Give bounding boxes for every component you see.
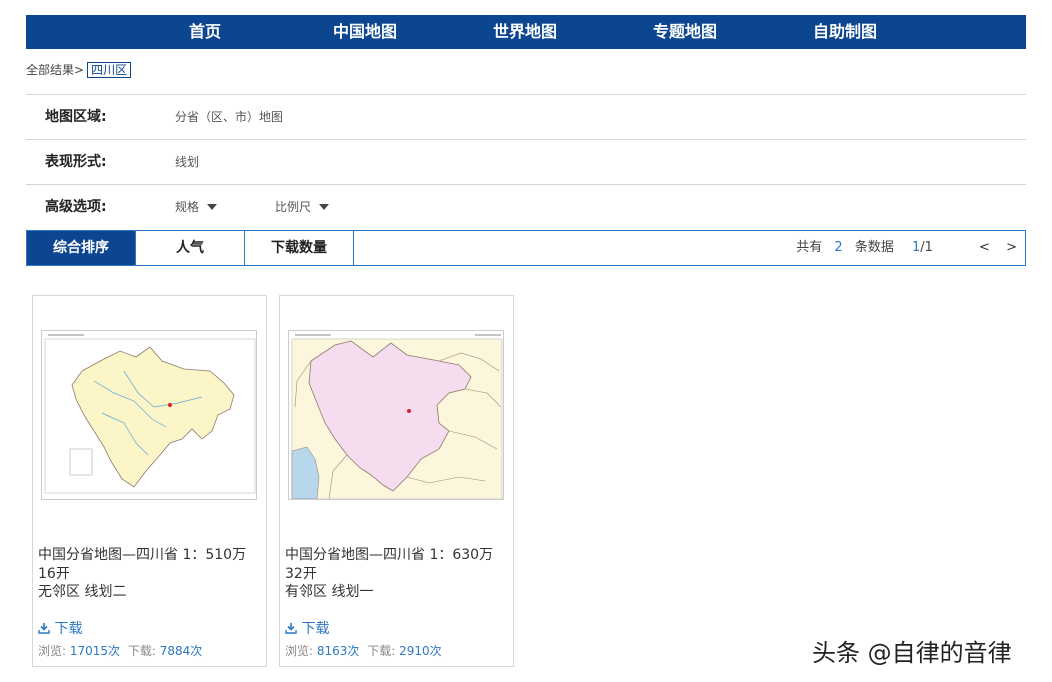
pager-total-pages: /1 xyxy=(920,240,933,255)
filter-row-advanced: 高级选项: 规格 比例尺 xyxy=(26,184,1026,229)
scale-dropdown[interactable]: 比例尺 xyxy=(275,185,330,229)
downloads-label: 下载: xyxy=(367,644,396,658)
filter-row-form: 表现形式: 线划 xyxy=(26,139,1026,184)
download-label: 下载 xyxy=(54,621,83,637)
nav-item-china-map[interactable]: 中国地图 xyxy=(333,15,397,49)
sort-bar: 综合排序 人气 下载数量 共有 2 条数据 1/1 < > xyxy=(26,230,1026,266)
pager-total: 2 xyxy=(834,240,843,255)
card-title[interactable]: 中国分省地图—四川省 1：630万 32开 xyxy=(285,546,511,584)
sichuan-map-with-neighbors-image xyxy=(289,331,503,499)
card-stats: 浏览: 17015次 下载: 7884次 xyxy=(38,642,202,659)
spec-dropdown-label: 规格 xyxy=(175,200,200,214)
card-stats: 浏览: 8163次 下载: 2910次 xyxy=(285,642,442,659)
top-nav: 首页 中国地图 世界地图 专题地图 自助制图 xyxy=(26,15,1026,49)
map-thumbnail[interactable] xyxy=(288,330,504,500)
download-icon xyxy=(38,622,50,634)
nav-item-self-mapping[interactable]: 自助制图 xyxy=(813,15,877,49)
sichuan-map-no-neighbors-image xyxy=(42,331,256,499)
breadcrumb-root[interactable]: 全部结果> xyxy=(26,63,84,77)
filter-value-region[interactable]: 分省（区、市）地图 xyxy=(175,95,283,139)
sort-tab-downloads[interactable]: 下载数量 xyxy=(245,231,354,265)
caret-down-icon xyxy=(319,204,330,210)
sort-tab-overall[interactable]: 综合排序 xyxy=(27,231,136,265)
download-icon xyxy=(285,622,297,634)
map-card[interactable]: 中国分省地图—四川省 1：510万 16开 无邻区 线划二 下载 浏览: 170… xyxy=(32,295,267,667)
download-label: 下载 xyxy=(301,621,330,637)
downloads-count: 7884次 xyxy=(159,644,203,658)
sort-tab-popularity[interactable]: 人气 xyxy=(136,231,245,265)
pager: 共有 2 条数据 1/1 < > xyxy=(796,231,1017,265)
breadcrumb: 全部结果> 四川区 xyxy=(26,61,132,79)
nav-item-world-map[interactable]: 世界地图 xyxy=(493,15,557,49)
card-title[interactable]: 中国分省地图—四川省 1：510万 16开 xyxy=(38,546,264,584)
pager-current-page: 1 xyxy=(911,240,921,255)
caret-down-icon xyxy=(207,204,218,210)
filter-value-form[interactable]: 线划 xyxy=(175,140,199,184)
card-subtitle: 有邻区 线划一 xyxy=(285,584,374,600)
filter-label-form: 表现形式: xyxy=(45,154,107,170)
views-count: 8163次 xyxy=(316,644,360,658)
card-subtitle: 无邻区 线划二 xyxy=(38,584,127,600)
download-link[interactable]: 下载 xyxy=(38,618,82,638)
download-link[interactable]: 下载 xyxy=(285,618,329,638)
views-label: 浏览: xyxy=(38,644,67,658)
prev-page-icon[interactable]: < xyxy=(979,240,990,255)
nav-item-home[interactable]: 首页 xyxy=(189,15,221,49)
nav-item-thematic-map[interactable]: 专题地图 xyxy=(653,15,717,49)
map-thumbnail[interactable] xyxy=(41,330,257,500)
pager-suffix: 条数据 xyxy=(854,240,894,255)
scale-dropdown-label: 比例尺 xyxy=(275,200,312,214)
map-card[interactable]: 中国分省地图—四川省 1：630万 32开 有邻区 线划一 下载 浏览: 816… xyxy=(279,295,514,667)
filter-label-region: 地图区域: xyxy=(45,109,107,125)
views-count: 17015次 xyxy=(69,644,121,658)
watermark: 头条 @自律的音律 xyxy=(812,639,1012,667)
pager-prefix: 共有 xyxy=(796,240,823,255)
next-page-icon[interactable]: > xyxy=(1006,240,1017,255)
downloads-count: 2910次 xyxy=(399,644,442,658)
filter-row-region: 地图区域: 分省（区、市）地图 xyxy=(26,94,1026,139)
filter-label-advanced: 高级选项: xyxy=(45,199,107,215)
views-label: 浏览: xyxy=(285,644,314,658)
downloads-label: 下载: xyxy=(127,644,156,658)
spec-dropdown[interactable]: 规格 xyxy=(175,185,218,229)
breadcrumb-current-tag[interactable]: 四川区 xyxy=(87,62,132,78)
